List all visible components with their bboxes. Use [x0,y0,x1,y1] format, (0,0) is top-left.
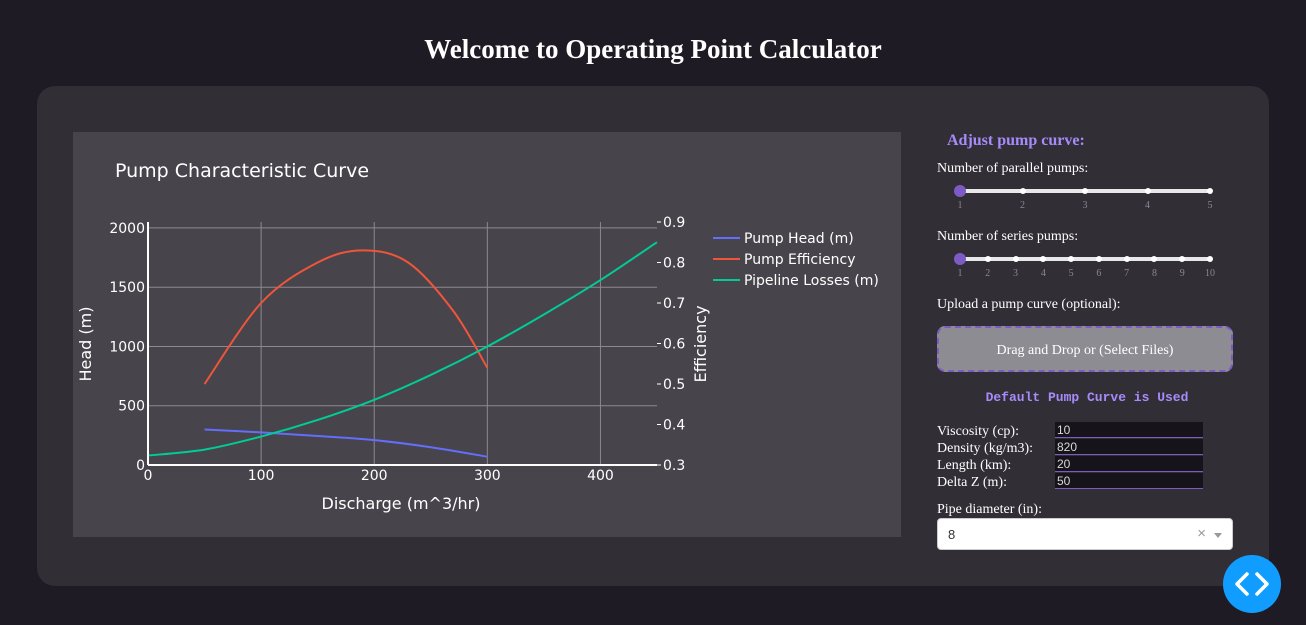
slider-mark-label[interactable]: 2 [1020,200,1025,211]
slider-mark-label[interactable]: 1 [958,268,963,279]
slider-mark-label[interactable]: 7 [1124,268,1129,279]
slider-mark-label[interactable]: 5 [1208,200,1213,211]
y2-tick-label: 0.5 [663,377,685,393]
legend-label: Pipeline Losses (m) [744,273,879,289]
slider-mark-label[interactable]: 10 [1205,268,1215,279]
series-line-pump-efficiency [203,249,489,385]
x-tick-label: 200 [361,468,388,484]
slider-step-dot[interactable] [1095,256,1102,262]
y2-tick-label: 0.7 [663,296,685,312]
y-axis-label: Head (m) [76,307,95,382]
slider-step-dot[interactable] [1207,188,1213,194]
slider-mark-label[interactable]: 4 [1145,200,1150,211]
slider-mark-label[interactable]: 9 [1180,268,1185,279]
chart-title: Pump Characteristic Curve [115,160,369,182]
slider-step-dot[interactable] [1207,256,1213,262]
slider-handle[interactable] [954,253,966,265]
x-tick-label: 400 [587,468,614,484]
slider-step-dot[interactable] [1012,256,1019,262]
y-tick-label: 500 [118,399,145,415]
slider-step-dot[interactable] [1179,256,1186,262]
slider-step-dot[interactable] [1144,188,1151,194]
viscosity-label: Viscosity (cp): [937,424,1019,439]
y-tick-label: 1000 [109,339,145,355]
slider-mark-label[interactable]: 6 [1096,268,1101,279]
parallel-pumps-label: Number of parallel pumps: [937,161,1089,176]
parallel-pumps-slider[interactable]: 1 2 3 4 5 [954,184,1213,214]
slider-mark-label[interactable]: 4 [1041,268,1046,279]
viscosity-input[interactable] [1055,422,1203,438]
slider-mark-label[interactable]: 8 [1152,268,1157,279]
upload-dropzone[interactable]: Drag and Drop or (Select Files) [937,326,1233,372]
pump-characteristic-chart: 0 100 200 300 40005001000150020000.30.40.50.… [76,160,879,513]
slider-track[interactable] [960,257,1210,261]
page-title: Welcome to Operating Point Calculator [424,34,882,64]
series-pumps-slider[interactable]: 1 2 3 4 5 6 7 8 9 10 [954,252,1215,282]
slider-mark-label[interactable]: 5 [1069,268,1074,279]
deltaz-label: Delta Z (m): [937,475,1007,490]
slider-step-dot[interactable] [984,256,991,262]
series-pumps-label: Number of series pumps: [937,229,1079,244]
length-label: Length (km): [937,458,1012,473]
x-tick-label: 100 [248,468,275,484]
slider-mark-label[interactable]: 1 [958,200,963,211]
pipe-diameter-value: 8 [948,527,956,542]
slider-step-dot[interactable] [1082,188,1088,194]
series-line-pump-head-m [204,428,488,458]
x-tick-label: 300 [474,468,501,484]
controls-heading: Adjust pump curve: [947,132,1085,149]
density-label: Density (kg/m3): [937,441,1034,456]
code-icon [1235,572,1269,596]
y-tick-label: 1500 [109,280,145,296]
legend-label: Pump Efficiency [744,252,855,268]
y2-tick-label: 0.6 [663,337,685,353]
slider-mark-label[interactable]: 2 [985,268,990,279]
upload-label: Upload a pump curve (optional): [937,297,1121,312]
length-input[interactable] [1055,456,1203,472]
legend-label: Pump Head (m) [744,231,854,247]
y2-tick-label: 0.9 [663,215,685,231]
y-tick-label: 2000 [109,221,145,237]
slider-handle[interactable] [954,185,966,197]
code-toggle-button[interactable] [1223,555,1281,613]
slider-step-dot[interactable] [1019,188,1026,194]
deltaz-input[interactable] [1055,473,1203,489]
x-axis-label: Discharge (m^3/hr) [322,494,481,513]
slider-mark-label[interactable]: 3 [1083,200,1088,211]
slider-step-dot[interactable] [1040,256,1047,262]
series-line-pipeline-losses-m [147,241,658,457]
controls-panel: Adjust pump curve: Number of parallel pu… [937,128,1237,558]
status-message: Default Pump Curve is Used [985,390,1189,405]
y2-axis-label: Efficiency [691,305,710,382]
clear-icon[interactable]: × [1197,525,1206,542]
slider-mark-label[interactable]: 3 [1013,268,1018,279]
y2-tick-label: 0.8 [663,256,685,272]
chevron-down-icon[interactable] [1214,533,1222,538]
y2-tick-label: 0.4 [663,418,685,434]
pipe-diameter-select[interactable]: 8 × [937,518,1233,550]
pipe-diameter-label: Pipe diameter (in): [937,502,1042,517]
slider-step-dot[interactable] [1068,256,1075,262]
y2-tick-label: 0.3 [663,458,685,474]
density-input[interactable] [1055,439,1203,455]
slider-step-dot[interactable] [1123,256,1130,262]
y-tick-label: 0 [136,458,145,474]
slider-step-dot[interactable] [1151,256,1158,262]
chart-panel: 0 100 200 300 400 0 500 1000 1500 2000 0.3 0.4 0.5 0.… [73,132,901,537]
